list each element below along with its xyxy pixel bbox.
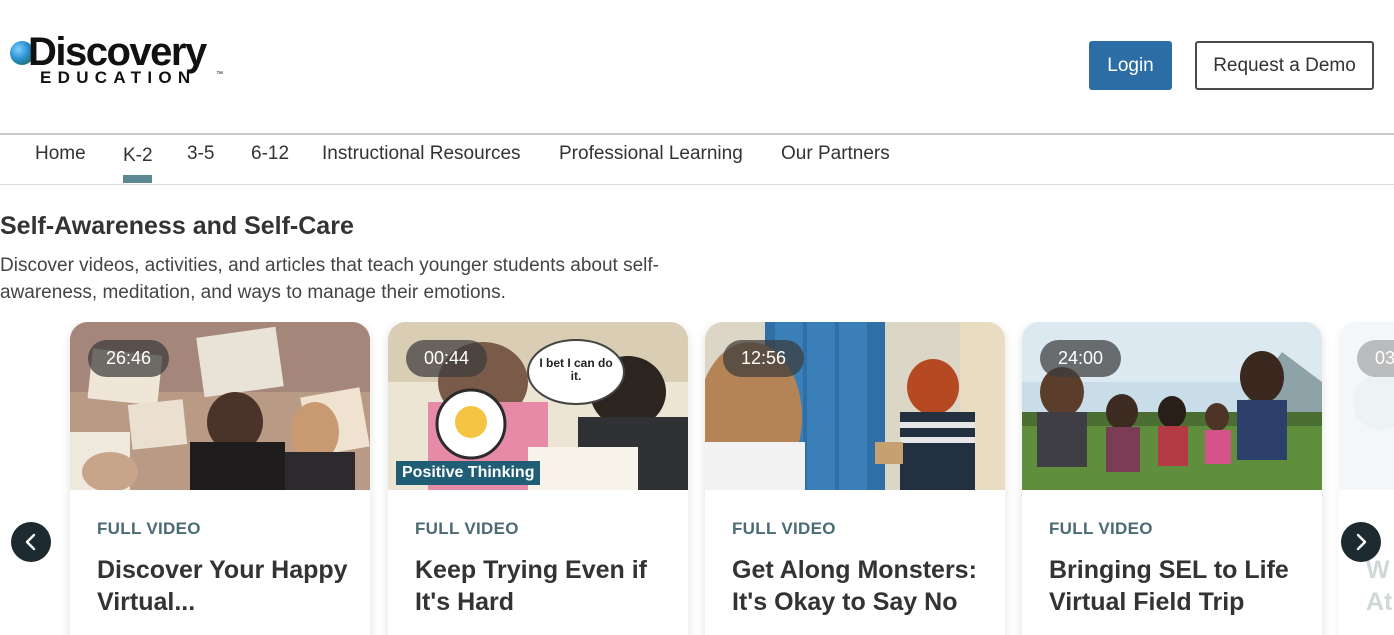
section-description: Discover videos, activities, and article… — [0, 255, 660, 303]
video-card-partial[interactable]: 03 W At — [1339, 322, 1394, 635]
card-title[interactable]: W At — [1366, 554, 1394, 618]
card-title[interactable]: Keep Trying Even if It's Hard — [415, 554, 675, 618]
content-type-label: FULL VIDEO — [732, 519, 836, 538]
login-button[interactable]: Login — [1089, 41, 1172, 90]
card-title[interactable]: Bringing SEL to Life Virtual Field Trip — [1049, 554, 1309, 618]
video-card[interactable]: I bet I can do it. Positive Thinking 00:… — [388, 322, 688, 635]
active-nav-indicator — [123, 175, 152, 183]
nav-item-instructional-resources[interactable]: Instructional Resources — [322, 143, 521, 165]
carousel-next-button[interactable] — [1341, 522, 1381, 562]
main-nav: Home K-2 3-5 6-12 Instructional Resource… — [0, 135, 1394, 185]
card-title[interactable]: Get Along Monsters: It's Okay to Say No — [732, 554, 992, 618]
nav-item-k-2[interactable]: K-2 — [123, 145, 153, 167]
video-card[interactable]: 26:46 FULL VIDEO Discover Your Happy Vir… — [70, 322, 370, 635]
thumbnail-banner: Positive Thinking — [396, 461, 541, 485]
chevron-right-icon — [1356, 533, 1367, 551]
content-type-label: FULL VIDEO — [1049, 519, 1153, 538]
chevron-left-icon — [25, 533, 36, 551]
section-title: Self-Awareness and Self-Care — [0, 212, 354, 240]
discovery-education-logo[interactable]: Discovery EDUCATION ™ — [10, 30, 225, 92]
nav-item-our-partners[interactable]: Our Partners — [781, 143, 890, 165]
content-type-label: FULL VIDEO — [97, 519, 201, 538]
nav-item-3-5[interactable]: 3-5 — [187, 143, 214, 165]
site-header: Discovery EDUCATION ™ Login Request a De… — [0, 0, 1394, 135]
nav-item-6-12[interactable]: 6-12 — [251, 143, 289, 165]
duration-badge: 24:00 — [1040, 340, 1122, 377]
nav-item-professional-learning[interactable]: Professional Learning — [559, 143, 743, 165]
request-demo-button[interactable]: Request a Demo — [1195, 41, 1374, 90]
duration-badge: 00:44 — [406, 340, 488, 377]
content-type-label: FULL VIDEO — [415, 519, 519, 538]
video-card[interactable]: 12:56 FULL VIDEO Get Along Monsters: It'… — [705, 322, 1005, 635]
thought-bubble-text: I bet I can do it. — [539, 356, 613, 383]
logo-subtitle: EDUCATION — [40, 68, 197, 87]
carousel-prev-button[interactable] — [11, 522, 51, 562]
video-carousel: 26:46 FULL VIDEO Discover Your Happy Vir… — [0, 322, 1394, 635]
duration-badge: 12:56 — [723, 340, 805, 377]
card-title[interactable]: Discover Your Happy Virtual... — [97, 554, 357, 618]
duration-badge: 03 — [1357, 340, 1394, 377]
nav-item-home[interactable]: Home — [35, 143, 86, 165]
logo-trademark: ™ — [216, 71, 223, 78]
video-card[interactable]: 24:00 FULL VIDEO Bringing SEL to Life Vi… — [1022, 322, 1322, 635]
duration-badge: 26:46 — [88, 340, 170, 377]
